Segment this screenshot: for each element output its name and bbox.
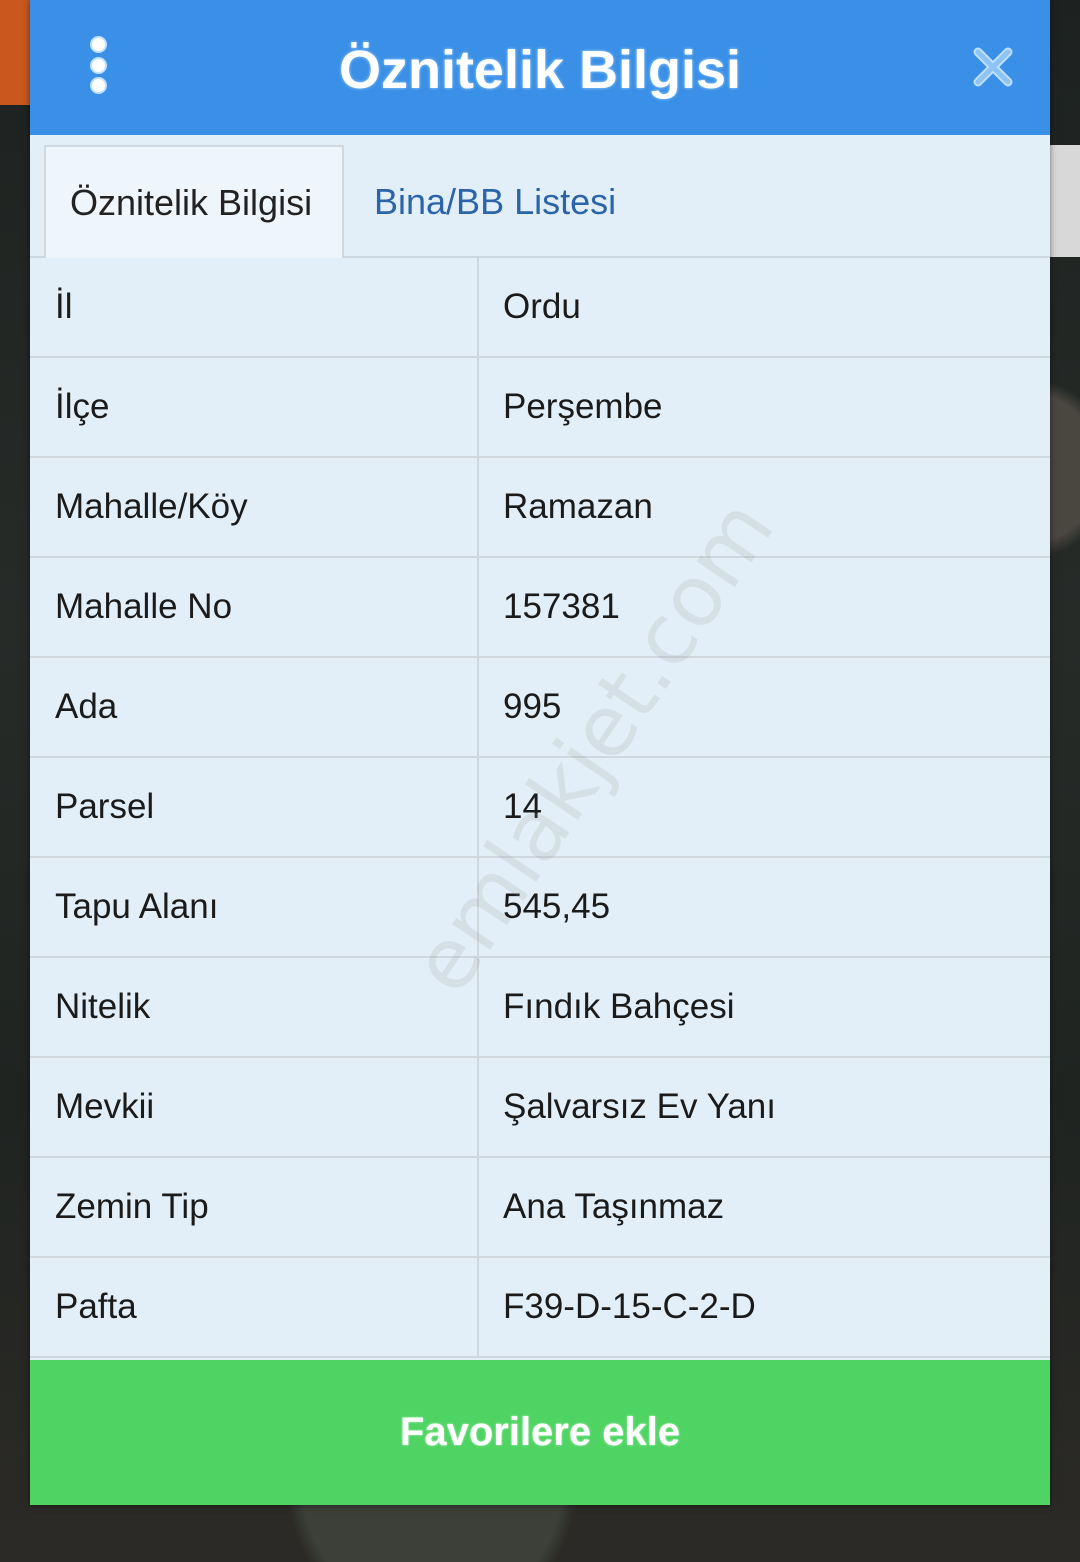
- table-row: Zemin Tip Ana Taşınmaz: [30, 1158, 1050, 1258]
- row-value: Perşembe: [503, 387, 663, 426]
- row-value: Şalvarsız Ev Yanı: [503, 1087, 776, 1126]
- table-row: Pafta F39-D-15-C-2-D: [30, 1258, 1050, 1358]
- table-row: İl Ordu: [30, 258, 1050, 358]
- row-key: Ada: [30, 658, 479, 756]
- table-row: Ada 995: [30, 658, 1050, 758]
- row-value: Ordu: [503, 287, 581, 326]
- tab-bar: Öznitelik Bilgisi Bina/BB Listesi: [30, 135, 1050, 258]
- row-value: Ramazan: [503, 487, 653, 526]
- attribute-table: İl Ordu İlçe Perşembe Mahalle/Köy Ramaza…: [30, 258, 1050, 1358]
- row-key: İl: [30, 258, 479, 356]
- row-key: Pafta: [30, 1258, 479, 1356]
- table-row: Mahalle No 157381: [30, 558, 1050, 658]
- row-key: Zemin Tip: [30, 1158, 479, 1256]
- table-row: Parsel 14: [30, 758, 1050, 858]
- dialog-title: Öznitelik Bilgisi: [338, 40, 742, 100]
- row-value: Fındık Bahçesi: [503, 987, 735, 1026]
- row-value: Ana Taşınmaz: [503, 1187, 725, 1226]
- table-row: Mevkii Şalvarsız Ev Yanı: [30, 1058, 1050, 1158]
- attribute-dialog: Öznitelik Bilgisi Öznitelik Bilgisi Bina…: [30, 0, 1050, 1505]
- row-key: Tapu Alanı: [30, 858, 479, 956]
- row-key: İlçe: [30, 358, 479, 456]
- table-row: Nitelik Fındık Bahçesi: [30, 958, 1050, 1058]
- background-scroll-handle: [1050, 145, 1080, 257]
- table-row: Mahalle/Köy Ramazan: [30, 458, 1050, 558]
- row-value: 157381: [503, 587, 620, 626]
- row-key: Mevkii: [30, 1058, 479, 1156]
- tab-attribute-info[interactable]: Öznitelik Bilgisi: [44, 145, 344, 258]
- close-icon[interactable]: [970, 44, 1016, 90]
- row-value: 14: [503, 787, 542, 826]
- tab-building-list[interactable]: Bina/BB Listesi: [350, 145, 750, 258]
- row-value: 995: [503, 687, 562, 726]
- row-key: Parsel: [30, 758, 479, 856]
- row-key: Mahalle/Köy: [30, 458, 479, 556]
- add-to-favorites-button[interactable]: Favorilere ekle: [30, 1360, 1050, 1505]
- table-row: İlçe Perşembe: [30, 358, 1050, 458]
- background-app-strip: [0, 0, 30, 105]
- row-value: F39-D-15-C-2-D: [503, 1287, 756, 1326]
- row-key: Mahalle No: [30, 558, 479, 656]
- row-value: 545,45: [503, 887, 611, 926]
- row-key: Nitelik: [30, 958, 479, 1056]
- dialog-titlebar: Öznitelik Bilgisi: [30, 0, 1050, 135]
- table-row: Tapu Alanı 545,45: [30, 858, 1050, 958]
